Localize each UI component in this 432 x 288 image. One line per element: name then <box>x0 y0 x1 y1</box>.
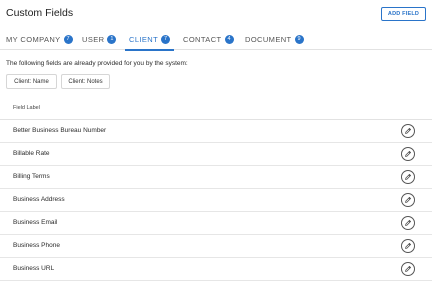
tab-label: USER <box>82 34 105 44</box>
tab-label: CONTACT <box>183 34 222 44</box>
edit-button[interactable] <box>401 124 415 138</box>
tab-label: CLIENT <box>129 34 159 44</box>
page-title: Custom Fields <box>6 7 74 19</box>
tab-client[interactable]: CLIENT 7 <box>124 28 175 51</box>
pencil-icon <box>405 150 412 157</box>
add-field-button[interactable]: ADD FIELD <box>381 7 426 21</box>
count-badge: 7 <box>161 34 171 44</box>
edit-button[interactable] <box>401 170 415 184</box>
pencil-icon <box>405 127 412 134</box>
edit-button[interactable] <box>401 147 415 161</box>
pencil-icon <box>405 173 412 180</box>
count-badge: 4 <box>224 34 234 44</box>
table-row: Billable Rate <box>0 143 432 166</box>
tab-document[interactable]: DOCUMENT 9 <box>245 28 304 50</box>
edit-button[interactable] <box>401 216 415 230</box>
field-label: Business URL <box>13 265 55 272</box>
edit-button[interactable] <box>401 262 415 276</box>
system-field-chip: Client: Name <box>6 74 57 89</box>
column-header-field-label: Field Label <box>13 105 40 111</box>
system-fields-intro: The following fields are already provide… <box>6 60 188 67</box>
field-label: Billing Terms <box>13 173 50 180</box>
edit-button[interactable] <box>401 239 415 253</box>
table-row: Billing Terms <box>0 166 432 189</box>
edit-button[interactable] <box>401 193 415 207</box>
table-row: Better Business Bureau Number <box>0 120 432 143</box>
tab-my-company[interactable]: MY COMPANY 7 <box>6 28 73 50</box>
pencil-icon <box>405 265 412 272</box>
tab-label: MY COMPANY <box>6 34 61 44</box>
tab-bar: MY COMPANY 7 USER 1 CLIENT 7 CONTACT 4 D… <box>0 28 432 51</box>
pencil-icon <box>405 196 412 203</box>
field-label: Better Business Bureau Number <box>13 127 107 134</box>
table-row: Business Address <box>0 189 432 212</box>
pencil-icon <box>405 219 412 226</box>
field-label: Business Address <box>13 196 65 203</box>
table-row: Business URL <box>0 258 432 281</box>
count-badge: 1 <box>107 34 117 44</box>
page-header: Custom Fields ADD FIELD <box>0 0 432 30</box>
table-row: Business Email <box>0 212 432 235</box>
system-field-chip: Client: Notes <box>61 74 110 89</box>
tab-contact[interactable]: CONTACT 4 <box>183 28 234 50</box>
count-badge: 9 <box>294 34 304 44</box>
field-label: Business Phone <box>13 242 60 249</box>
table-row: Business Phone <box>0 235 432 258</box>
tab-user[interactable]: USER 1 <box>82 28 117 50</box>
field-label: Business Email <box>13 219 58 226</box>
count-badge: 7 <box>63 34 73 44</box>
pencil-icon <box>405 242 412 249</box>
tab-label: DOCUMENT <box>245 34 292 44</box>
field-label: Billable Rate <box>13 150 50 157</box>
